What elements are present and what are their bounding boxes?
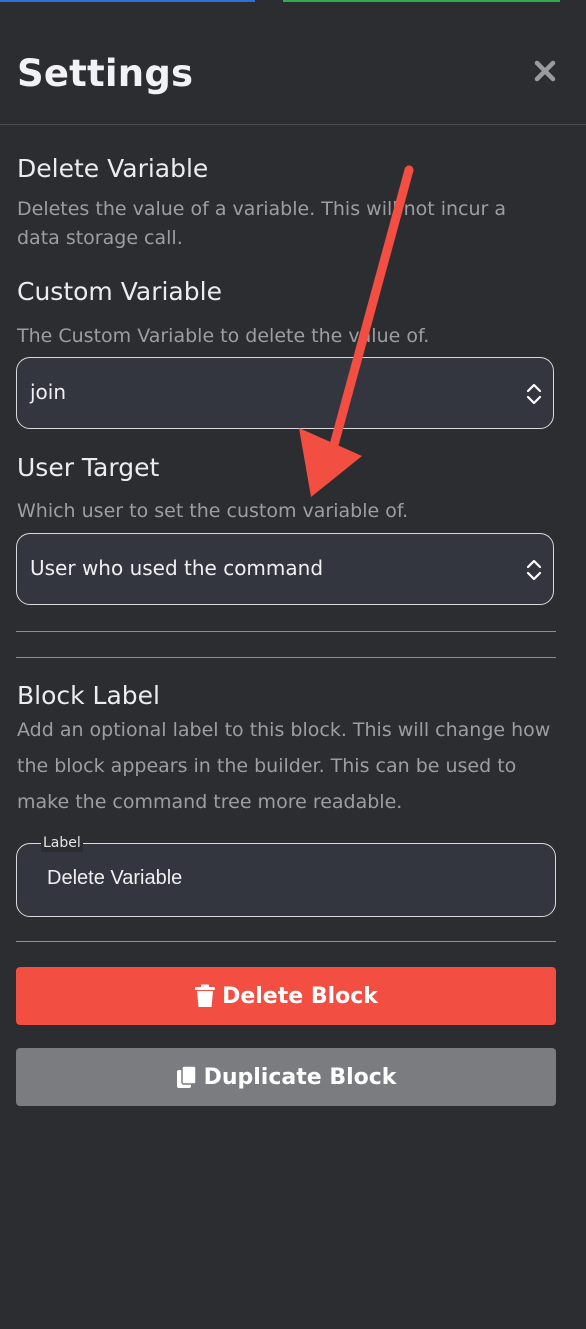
custom-variable-value: join — [30, 380, 67, 404]
chevron-up-down-icon — [526, 559, 542, 581]
block-description: Deletes the value of a variable. This wi… — [17, 198, 507, 249]
duplicate-block-label: Duplicate Block — [203, 1064, 397, 1090]
block-label-description: Add an optional label to this block. Thi… — [17, 719, 551, 813]
section-divider — [16, 941, 556, 942]
block-label-title: Block Label — [17, 681, 161, 710]
header-divider — [0, 124, 586, 125]
custom-variable-title: Custom Variable — [17, 277, 222, 306]
duplicate-block-button[interactable]: Duplicate Block — [16, 1048, 556, 1106]
close-icon[interactable] — [530, 56, 560, 86]
top-accent-green — [283, 0, 560, 2]
delete-block-button[interactable]: Delete Block — [16, 967, 556, 1025]
trash-icon — [195, 984, 216, 1007]
top-accent-blue — [0, 0, 255, 2]
user-target-description: Which user to set the custom variable of… — [17, 500, 409, 522]
user-target-select[interactable]: User who used the command — [16, 533, 554, 605]
section-divider — [16, 631, 556, 632]
page-title: Settings — [17, 52, 194, 95]
user-target-value: User who used the command — [30, 556, 324, 580]
delete-block-label: Delete Block — [222, 983, 378, 1009]
top-accent-bar — [0, 0, 586, 4]
label-field-legend: Label — [41, 834, 83, 852]
custom-variable-description: The Custom Variable to delete the value … — [17, 325, 430, 347]
custom-variable-select[interactable]: join — [16, 357, 554, 429]
label-field[interactable]: Label — [16, 834, 556, 917]
copy-icon — [176, 1065, 197, 1088]
label-input[interactable] — [45, 866, 529, 891]
user-target-title: User Target — [17, 453, 160, 482]
chevron-up-down-icon — [526, 383, 542, 405]
section-divider — [16, 657, 556, 658]
block-name: Delete Variable — [17, 154, 209, 183]
